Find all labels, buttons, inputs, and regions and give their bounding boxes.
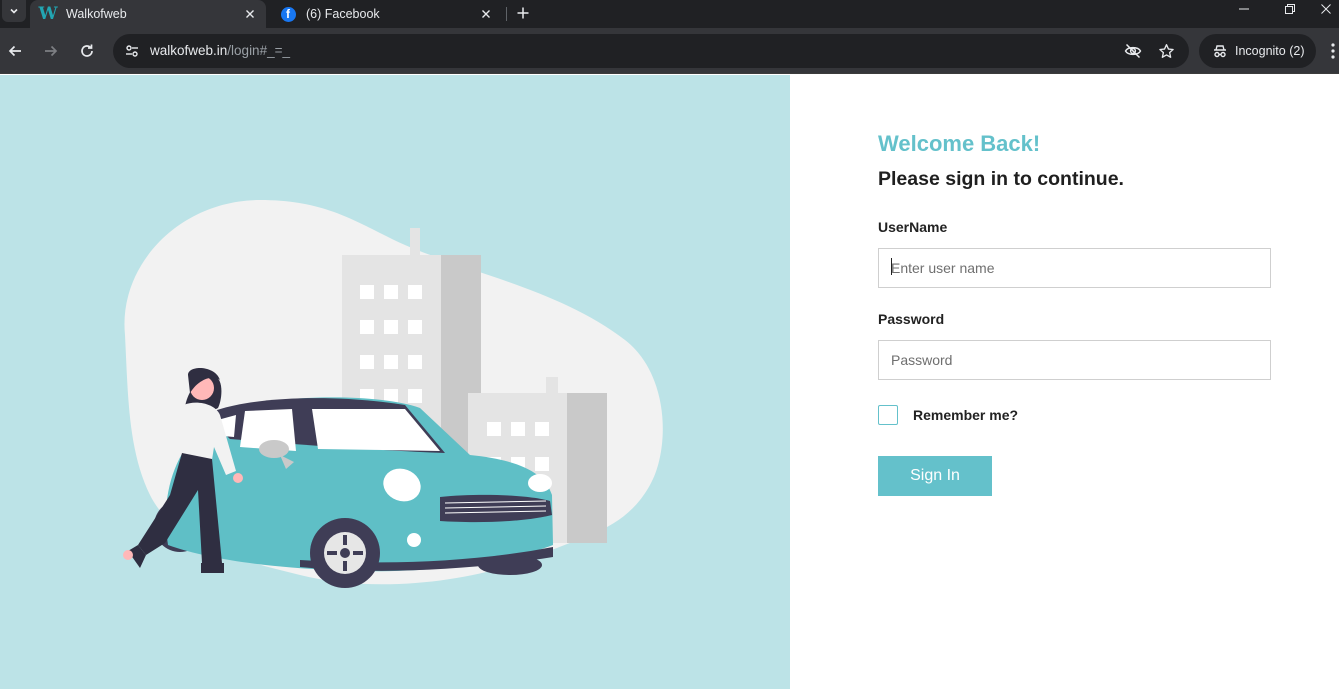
browser-toolbar: walkofweb.in/login#_=_ Incognito (2) [0,28,1339,74]
star-icon [1158,43,1174,58]
login-panel: Welcome Back! Please sign in to continue… [790,75,1339,689]
minimize-icon [1239,8,1249,10]
walkofweb-w-icon: W [38,4,58,24]
incognito-profile-button[interactable]: Incognito (2) [1199,34,1316,68]
remember-me-label[interactable]: Remember me? [913,407,1018,423]
browser-tab-strip: W Walkofweb f (6) Facebook [0,0,1339,28]
tab-title: (6) Facebook [306,7,380,21]
plus-icon [517,7,529,19]
arrow-right-icon [45,45,58,57]
forward-button[interactable] [39,39,63,63]
tune-icon [126,45,138,57]
incognito-icon [1211,42,1229,60]
close-icon [246,10,254,18]
browser-menu-button[interactable] [1326,40,1339,62]
password-input[interactable] [878,340,1271,380]
illustration-panel [0,75,790,689]
password-label: Password [878,311,945,327]
car-city-illustration [123,200,663,588]
signin-subtitle: Please sign in to continue. [878,168,1124,190]
tab-facebook[interactable]: f (6) Facebook [270,0,502,28]
text-caret [891,258,892,275]
arrow-left-icon [8,45,21,57]
address-bar[interactable]: walkofweb.in/login#_=_ [113,34,1189,68]
tab-title: Walkofweb [66,7,127,21]
new-tab-button[interactable] [512,2,534,24]
close-tab-icon[interactable] [242,6,258,22]
site-info-icon[interactable] [121,40,143,62]
tab-walkofweb[interactable]: W Walkofweb [30,0,266,28]
close-icon [1320,4,1331,14]
incognito-label: Incognito (2) [1235,44,1305,58]
bookmark-star-button[interactable] [1157,42,1175,60]
reload-button[interactable] [75,39,99,63]
url-text[interactable]: walkofweb.in/login#_=_ [150,43,290,58]
tab-separator [506,7,507,21]
reload-icon [81,44,93,57]
url-path: /login#_=_ [227,43,290,58]
chevron-down-icon [10,8,18,14]
tracking-blocked-icon[interactable] [1124,42,1142,60]
close-tab-icon[interactable] [478,6,494,22]
close-icon [482,10,490,18]
tab-search-button[interactable] [2,0,26,22]
more-vertical-icon [1331,43,1335,59]
minimize-button[interactable] [1222,0,1266,18]
remember-me-checkbox[interactable] [878,405,898,425]
sign-in-button[interactable]: Sign In [878,456,992,496]
welcome-heading: Welcome Back! [878,131,1041,156]
url-host: walkofweb.in [150,43,228,58]
back-button[interactable] [3,39,27,63]
restore-button[interactable] [1268,0,1312,18]
username-input[interactable] [878,248,1271,288]
restore-icon [1285,4,1295,14]
eye-off-icon [1124,43,1142,59]
username-label: UserName [878,219,948,235]
close-window-button[interactable] [1312,0,1339,18]
facebook-icon: f [280,6,296,22]
